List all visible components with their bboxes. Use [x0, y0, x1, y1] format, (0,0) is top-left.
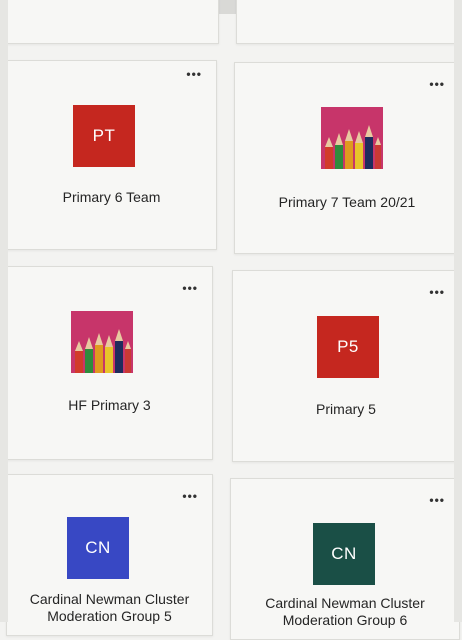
team-initials: CN	[85, 538, 111, 557]
pencils-image-icon	[71, 311, 133, 373]
screen-left-edge	[0, 0, 8, 622]
team-name: Primary 6 Team	[62, 189, 161, 205]
more-options-icon[interactable]: •••	[429, 286, 445, 298]
team-name: Cardinal Newman Cluster Moderation Group…	[265, 595, 425, 628]
team-card-primary-6[interactable]: ••• PT Primary 6 Team	[6, 60, 217, 250]
more-options-icon[interactable]: •••	[182, 490, 198, 502]
team-avatar: CN	[313, 523, 375, 585]
team-card-partial-left[interactable]	[6, 0, 219, 44]
team-initials: P5	[337, 337, 359, 356]
team-initials: PT	[92, 126, 116, 145]
team-card-partial-right[interactable]	[236, 0, 460, 44]
screen-right-edge	[454, 0, 462, 622]
team-card-primary-7[interactable]: ••• Primary 7 Team 20/21	[234, 62, 460, 254]
more-options-icon[interactable]: •••	[182, 282, 198, 294]
more-options-icon[interactable]: •••	[429, 78, 445, 90]
team-card-cardinal-newman-5[interactable]: ••• CN Cardinal Newman Cluster Moderatio…	[6, 474, 213, 636]
team-name: Primary 5	[316, 401, 376, 417]
more-options-icon[interactable]: •••	[429, 494, 445, 506]
team-name: HF Primary 3	[68, 397, 151, 413]
team-name: Cardinal Newman Cluster Moderation Group…	[29, 591, 190, 624]
team-avatar: CN	[67, 517, 129, 579]
team-card-primary-5[interactable]: ••• P5 Primary 5	[232, 270, 460, 462]
team-avatar: P5	[317, 316, 379, 378]
team-card-cardinal-newman-6[interactable]: ••• CN Cardinal Newman Cluster Moderatio…	[230, 478, 460, 640]
pencils-image-icon	[321, 107, 383, 169]
team-initials: CN	[331, 544, 357, 563]
team-name: Primary 7 Team 20/21	[278, 194, 416, 210]
more-options-icon[interactable]: •••	[186, 68, 202, 80]
team-card-hf-primary-3[interactable]: ••• HF Primary 3	[6, 266, 213, 460]
team-avatar: PT	[73, 105, 135, 167]
